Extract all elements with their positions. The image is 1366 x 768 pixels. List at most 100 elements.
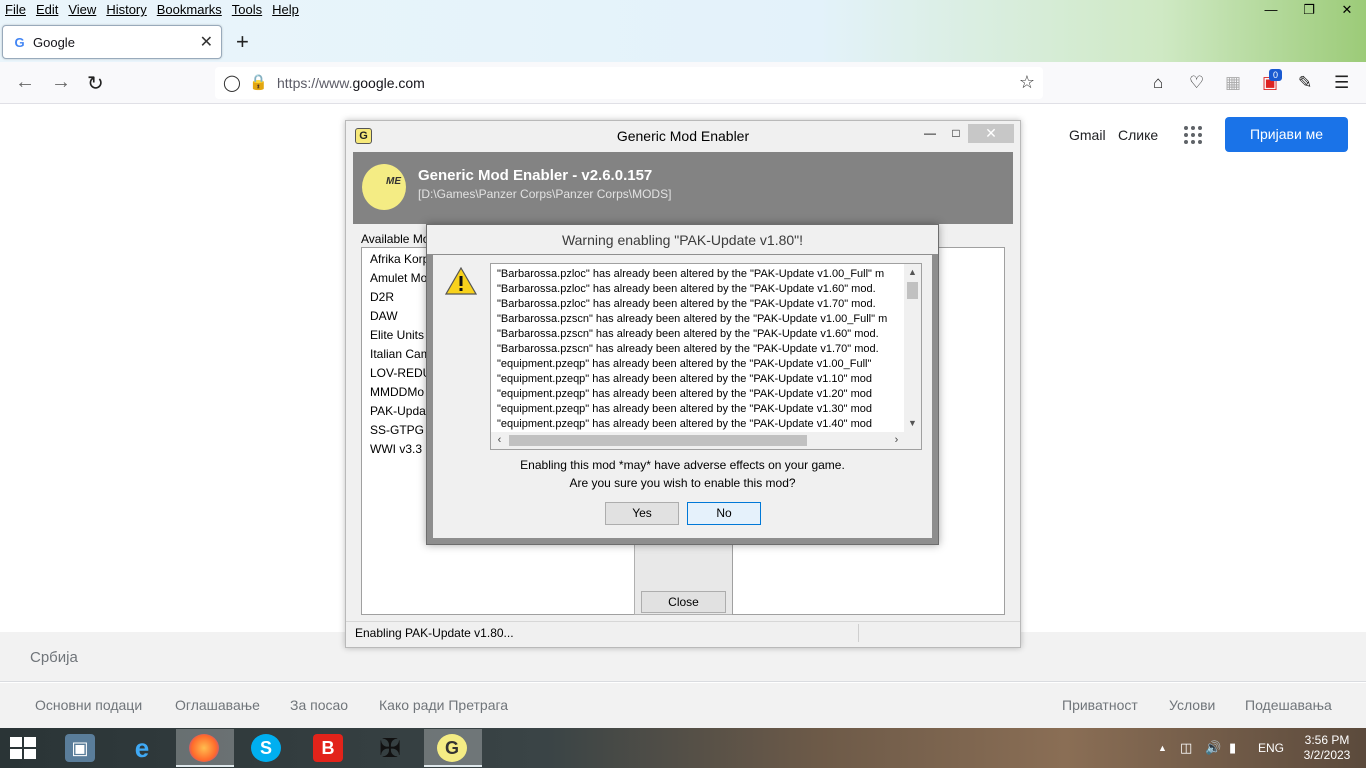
menu-help[interactable]: Help bbox=[267, 0, 304, 20]
sign-in-button[interactable]: Пријави ме bbox=[1225, 117, 1348, 152]
gme-close-button[interactable]: Close bbox=[641, 591, 726, 613]
scroll-up-icon[interactable]: ▲ bbox=[904, 264, 921, 281]
battery-icon[interactable]: ▮ bbox=[1229, 740, 1236, 756]
taskbar-brave[interactable]: B bbox=[300, 729, 358, 767]
clock-time: 3:56 PM bbox=[1304, 733, 1350, 747]
list-item[interactable]: Elite Units bbox=[370, 328, 424, 342]
menu-bookmarks[interactable]: Bookmarks bbox=[152, 0, 227, 20]
firefox-icon bbox=[189, 734, 219, 762]
bookmark-star-icon[interactable]: ☆ bbox=[1019, 72, 1035, 93]
menu-history[interactable]: History bbox=[101, 0, 151, 20]
minimize-icon[interactable]: — bbox=[1252, 0, 1290, 20]
menu-tools[interactable]: Tools bbox=[227, 0, 267, 20]
clock-date: 3/2/2023 bbox=[1303, 748, 1351, 762]
horizontal-scrollbar[interactable]: ‹ › bbox=[491, 432, 905, 449]
show-hidden-icons-icon[interactable]: ▲ bbox=[1158, 743, 1167, 753]
list-item[interactable]: PAK-Updat bbox=[370, 404, 429, 418]
gme-status-text: Enabling PAK-Update v1.80... bbox=[355, 626, 514, 640]
pocket-icon[interactable]: ♡ bbox=[1189, 73, 1204, 93]
b-app-icon: B bbox=[313, 734, 343, 762]
taskbar-skype[interactable]: S bbox=[238, 729, 296, 767]
log-line: "Barbarossa.pzloc" has already been alte… bbox=[497, 298, 876, 310]
gme-logo-icon: ME bbox=[362, 164, 406, 210]
home-icon[interactable]: ⌂ bbox=[1153, 73, 1163, 93]
gme-minimize-icon[interactable]: — bbox=[920, 124, 940, 143]
restore-icon[interactable]: ❐ bbox=[1290, 0, 1328, 20]
gme-titlebar: G Generic Mod Enabler — □ ✕ bbox=[346, 121, 1020, 151]
footer-link-settings[interactable]: Подешавања bbox=[1245, 697, 1332, 713]
gmail-link[interactable]: Gmail bbox=[1069, 127, 1106, 143]
network-tray-icon[interactable]: ◫ bbox=[1180, 740, 1192, 756]
windows-start-icon[interactable] bbox=[10, 737, 38, 761]
footer-link-about[interactable]: Основни подаци bbox=[35, 697, 142, 713]
taskbar-network-app[interactable]: ▣ bbox=[52, 729, 110, 767]
language-indicator[interactable]: ENG bbox=[1258, 741, 1284, 755]
gme-mods-path: [D:\Games\Panzer Corps\Panzer Corps\MODS… bbox=[418, 187, 672, 201]
tab-google[interactable]: G Google ✕ bbox=[2, 25, 222, 59]
footer-link-business[interactable]: За посао bbox=[290, 697, 348, 713]
list-item[interactable]: WWI v3.3 bbox=[370, 442, 422, 456]
status-divider bbox=[858, 624, 859, 642]
menu-view[interactable]: View bbox=[63, 0, 101, 20]
gme-header-banner: ME Generic Mod Enabler - v2.6.0.157 [D:\… bbox=[353, 152, 1013, 224]
close-icon[interactable]: ✕ bbox=[1328, 0, 1366, 20]
gme-maximize-icon[interactable]: □ bbox=[946, 124, 966, 143]
google-apps-icon[interactable] bbox=[1184, 126, 1202, 144]
shield-icon[interactable]: ◯ bbox=[223, 73, 241, 93]
system-clock[interactable]: 3:56 PM 3/2/2023 bbox=[1296, 733, 1358, 763]
log-line: "equipment.pzeqp" has already been alter… bbox=[497, 403, 872, 415]
list-item[interactable]: MMDDMo bbox=[370, 385, 424, 399]
footer-link-advertising[interactable]: Оглашавање bbox=[175, 697, 260, 713]
taskbar-internet-explorer[interactable]: e bbox=[114, 729, 172, 767]
taskbar-firefox[interactable] bbox=[176, 729, 234, 767]
vertical-scrollbar[interactable]: ▲ ▼ bbox=[904, 264, 921, 432]
conflict-log-box[interactable]: "Barbarossa.pzloc" has already been alte… bbox=[490, 263, 922, 450]
extension-disabled-icon[interactable]: ▦ bbox=[1225, 73, 1241, 93]
url-text[interactable]: https://www.google.com bbox=[277, 75, 425, 91]
lock-icon[interactable]: 🔒 bbox=[249, 73, 268, 91]
skype-icon: S bbox=[251, 734, 281, 762]
log-line: "Barbarossa.pzscn" has already been alte… bbox=[497, 343, 879, 355]
log-line: "Barbarossa.pzloc" has already been alte… bbox=[497, 283, 876, 295]
window-controls: — ❐ ✕ bbox=[1252, 0, 1366, 20]
list-item[interactable]: D2R bbox=[370, 290, 394, 304]
url-bar[interactable]: ◯ 🔒 https://www.google.com ☆ bbox=[215, 67, 1043, 99]
back-arrow-icon[interactable]: ← bbox=[15, 71, 35, 94]
list-item[interactable]: DAW bbox=[370, 309, 398, 323]
no-button[interactable]: No bbox=[687, 502, 761, 525]
scroll-left-icon[interactable]: ‹ bbox=[491, 432, 508, 449]
scrollbar-corner bbox=[904, 432, 921, 449]
gme-close-icon[interactable]: ✕ bbox=[968, 124, 1014, 143]
scroll-down-icon[interactable]: ▼ bbox=[904, 415, 921, 432]
reload-icon[interactable]: ↻ bbox=[87, 71, 104, 96]
scroll-right-icon[interactable]: › bbox=[888, 432, 905, 449]
list-item[interactable]: LOV-REDU bbox=[370, 366, 431, 380]
list-item[interactable]: Amulet Mo bbox=[370, 271, 427, 285]
extension-badge: 0 bbox=[1269, 69, 1282, 81]
images-link[interactable]: Слике bbox=[1118, 127, 1158, 143]
log-line: "equipment.pzeqp" has already been alter… bbox=[497, 418, 872, 430]
footer-link-privacy[interactable]: Приватност bbox=[1062, 697, 1138, 713]
yes-button[interactable]: Yes bbox=[605, 502, 679, 525]
forward-arrow-icon[interactable]: → bbox=[51, 71, 71, 94]
horizontal-scroll-thumb[interactable] bbox=[509, 435, 807, 446]
list-item[interactable]: Italian Cam bbox=[370, 347, 431, 361]
menu-file[interactable]: File bbox=[0, 0, 31, 20]
footer-link-how-search-works[interactable]: Како ради Претрага bbox=[379, 697, 508, 713]
new-tab-button[interactable]: + bbox=[236, 29, 249, 55]
extensions-icon[interactable]: ✎ bbox=[1298, 73, 1312, 93]
menu-edit[interactable]: Edit bbox=[31, 0, 63, 20]
footer-link-terms[interactable]: Услови bbox=[1169, 697, 1215, 713]
vertical-scroll-thumb[interactable] bbox=[907, 282, 918, 299]
tab-close-icon[interactable]: ✕ bbox=[200, 32, 213, 52]
taskbar-gme[interactable]: G bbox=[424, 729, 482, 767]
browser-titlebar: File Edit View History Bookmarks Tools H… bbox=[0, 0, 1366, 62]
taskbar-panzer-corps[interactable]: ✠ bbox=[362, 729, 420, 767]
list-item[interactable]: Afrika Korp bbox=[370, 252, 429, 266]
google-favicon-icon: G bbox=[14, 35, 25, 50]
hamburger-menu-icon[interactable]: ☰ bbox=[1334, 73, 1349, 93]
volume-icon[interactable]: 🔊 bbox=[1205, 740, 1221, 756]
tab-title: Google bbox=[33, 35, 75, 50]
menu-bar: File Edit View History Bookmarks Tools H… bbox=[0, 0, 304, 20]
warning-dialog-body: "Barbarossa.pzloc" has already been alte… bbox=[433, 255, 932, 538]
